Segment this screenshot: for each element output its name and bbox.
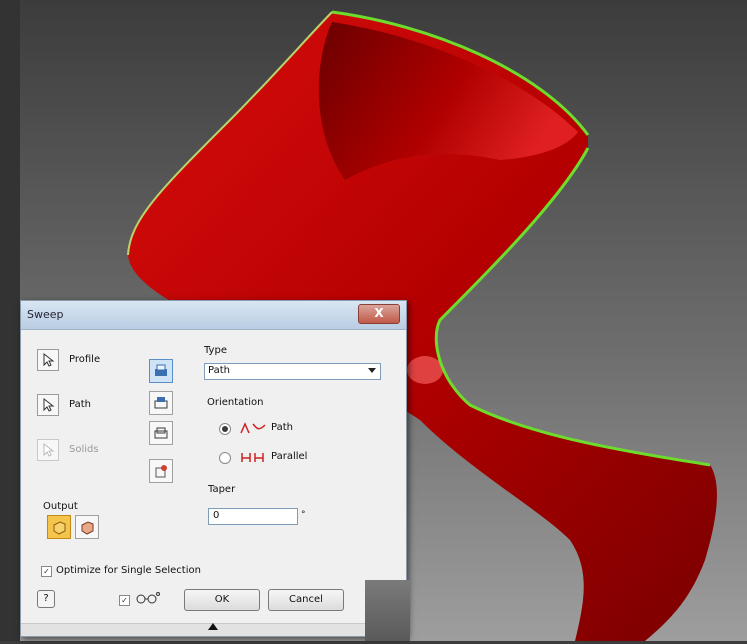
orientation-parallel-radio[interactable]: [219, 452, 231, 464]
output-solid-button[interactable]: [47, 515, 71, 539]
help-button[interactable]: ?: [37, 590, 55, 608]
glasses-icon: [136, 592, 160, 604]
solids-label: Solids: [69, 444, 99, 455]
expand-arrow-icon[interactable]: [208, 623, 218, 630]
chevron-down-icon: [368, 368, 376, 373]
new-solid-button[interactable]: [149, 459, 173, 483]
path-orientation-icon: [240, 422, 266, 434]
left-panel-strip: [0, 0, 20, 641]
type-dropdown[interactable]: Path: [204, 363, 381, 380]
taper-input[interactable]: 0: [208, 508, 298, 525]
cursor-arrow-icon: [43, 443, 55, 457]
preview-checkbox[interactable]: ✓: [119, 595, 130, 606]
orientation-label: Orientation: [207, 397, 264, 408]
dialog-title: Sweep: [27, 308, 64, 321]
cursor-arrow-icon: [43, 353, 55, 367]
path-select-button[interactable]: [37, 394, 59, 416]
surface-body-icon: [81, 521, 94, 535]
close-button[interactable]: X: [358, 304, 400, 324]
ok-button[interactable]: OK: [184, 589, 260, 611]
optimize-checkbox[interactable]: ✓: [41, 566, 52, 577]
specular-highlight: [407, 356, 443, 384]
orientation-path-radio[interactable]: [219, 423, 231, 435]
join-icon: [155, 364, 167, 376]
orientation-parallel-label: Parallel: [271, 451, 308, 462]
path-label: Path: [69, 399, 91, 410]
taper-unit: °: [301, 510, 306, 520]
profile-label: Profile: [69, 354, 101, 365]
intersect-button[interactable]: [149, 421, 173, 445]
cursor-arrow-icon: [43, 398, 55, 412]
type-label: Type: [204, 345, 227, 356]
output-surface-button[interactable]: [75, 515, 99, 539]
output-label: Output: [43, 501, 78, 512]
taper-label: Taper: [208, 484, 236, 495]
optimize-label: Optimize for Single Selection: [56, 565, 201, 576]
intersect-icon: [154, 427, 168, 439]
cut-button[interactable]: [149, 391, 173, 415]
type-value: Path: [208, 365, 230, 376]
cancel-button[interactable]: Cancel: [268, 589, 344, 611]
join-button[interactable]: [149, 359, 173, 383]
sweep-dialog: Sweep X Profile Path Solids Type Path Or…: [20, 300, 407, 637]
new-solid-icon: [155, 465, 167, 478]
orientation-path-label: Path: [271, 422, 293, 433]
dialog-titlebar[interactable]: Sweep X: [21, 301, 406, 330]
profile-select-button[interactable]: [37, 349, 59, 371]
viewport-panel-fragment: [365, 580, 410, 641]
solid-body-icon: [53, 521, 66, 535]
solids-select-button[interactable]: [37, 439, 59, 461]
parallel-orientation-icon: [241, 453, 264, 462]
cut-icon: [154, 397, 168, 409]
